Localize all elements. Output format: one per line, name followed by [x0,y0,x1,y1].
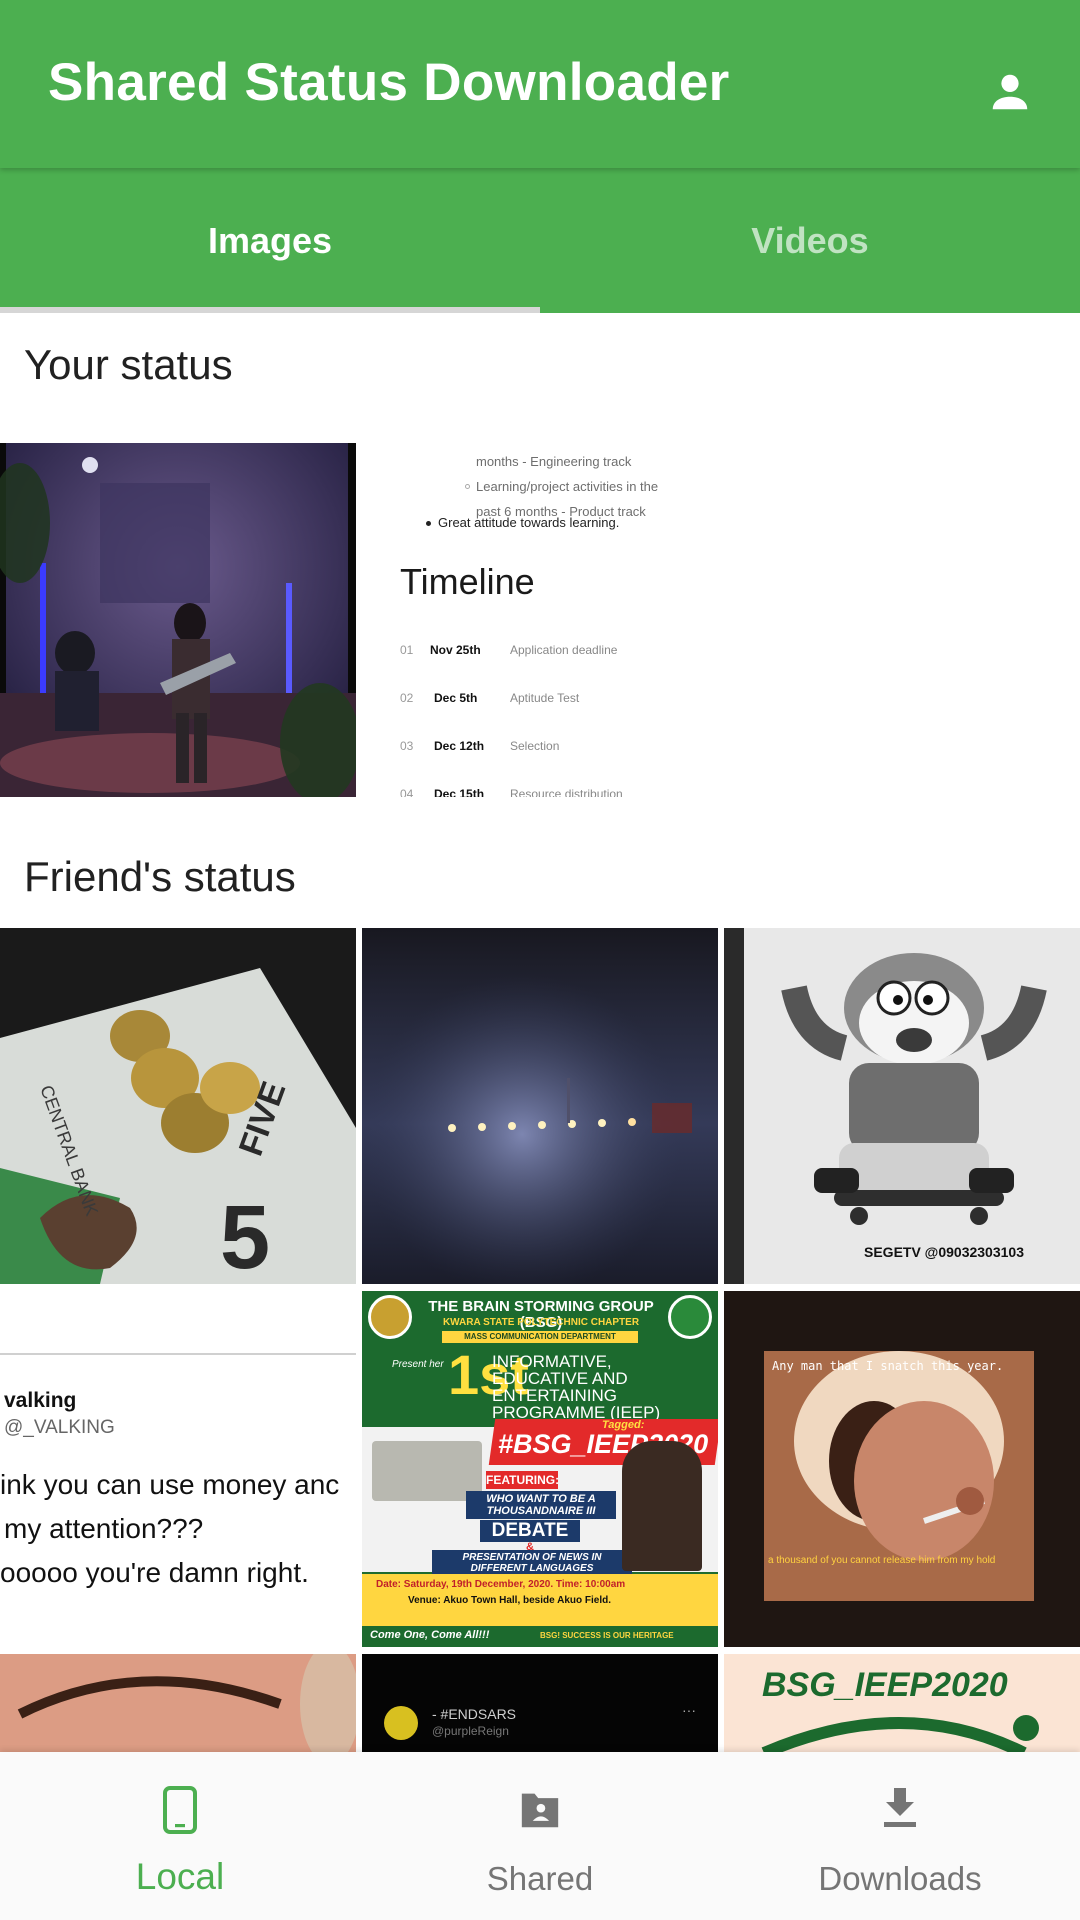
download-icon [720,1786,1080,1830]
friend-image-endsars[interactable]: - #ENDSARS @purpleReign ··· [362,1654,718,1753]
friend-image-movie[interactable]: Any man that I snatch this year. a thous… [724,1291,1080,1647]
section-title-friends-status: Friend's status [24,853,296,900]
friend-image-eye[interactable] [0,1654,356,1753]
timeline-bullet-2: Learning/project activities in the [465,474,658,499]
section-title-your-status: Your status [24,341,233,388]
nav-shared[interactable]: Shared [360,1752,720,1920]
friend-image-tweet[interactable]: valking @_VALKING ink you can use money … [0,1291,356,1647]
nav-downloads[interactable]: Downloads [720,1752,1080,1920]
poster-featuring: FEATURING: [486,1471,560,1489]
tab-bar: Images Videos [0,168,1080,313]
timeline-bullet-1: months - Engineering track [476,454,632,469]
your-status-image-concert[interactable] [0,443,356,797]
svg-text:5: 5 [220,1188,270,1284]
movie-caption-top: Any man that I snatch this year. [772,1359,1004,1373]
poster-graduate-image [622,1441,702,1571]
bullet-icon [426,521,431,527]
account-button[interactable] [970,52,1050,132]
nav-downloads-label: Downloads [818,1860,982,1897]
timeline-heading: Timeline [400,561,535,602]
friend-image-money[interactable]: FIVE 5 CENTRAL BANK [0,928,356,1284]
nav-shared-label: Shared [486,1860,594,1897]
tab-videos[interactable]: Videos [540,168,1080,313]
tweet-name: valking [4,1389,77,1412]
bottom-navigation: Local Shared Downloads [0,1752,1080,1920]
tweet-text: ink you can use money anc my attention??… [0,1469,340,1588]
poster-logo-icon [368,1295,412,1339]
poster-footer-right: BSG! SUCCESS IS OUR HERITAGE [540,1631,674,1640]
your-status-image-timeline[interactable]: months - Engineering track Learning/proj… [362,443,718,797]
hollow-bullet-icon [465,484,470,489]
poster-debate: DEBATE [480,1520,580,1542]
status-content[interactable]: Your status months - Engineering track L… [0,313,1080,1753]
movie-caption-bottom: a thousand of you cannot release him fro… [768,1555,996,1566]
tweet-handle: @_VALKING [4,1417,115,1438]
app-root: Shared Status Downloader Images Videos Y… [0,0,1080,1920]
endsars-handle: @purpleReign [432,1724,509,1738]
phone-icon [0,1786,360,1834]
poster-seal-icon [668,1295,712,1339]
tweet-divider [0,1353,356,1355]
friend-image-sketch[interactable]: SEGETV @09032303103 [724,928,1080,1284]
tab-images[interactable]: Images [0,168,540,313]
poster-chapter: KWARA STATE POLYTECHNIC CHAPTER [442,1317,640,1328]
shared-folder-icon [360,1786,720,1830]
more-dots-icon: ··· [682,1702,696,1718]
app-bar: Shared Status Downloader [0,0,1080,168]
poster-news: PRESENTATION OF NEWS IN DIFFERENT LANGUA… [432,1550,632,1576]
sketch-watermark: SEGETV @09032303103 [864,1244,1024,1260]
account-icon [992,74,1028,110]
poster-feature1: WHO WANT TO BE A THOUSANDNAIRE III [466,1491,616,1519]
endsars-title: - #ENDSARS [432,1706,517,1722]
endsars-avatar [384,1706,418,1740]
poster-dept: MASS COMMUNICATION DEPARTMENT [442,1331,638,1343]
friend-image-bsg-banner[interactable]: BSG_IEEP2020 [724,1654,1080,1753]
nav-local-label: Local [135,1856,225,1897]
poster-present: Present her [392,1359,444,1370]
nav-local[interactable]: Local [0,1752,360,1920]
timeline-bullets-top: months - Engineering track Learning/proj… [465,449,658,524]
friend-image-poster[interactable]: THE BRAIN STORMING GROUP (BSG) KWARA STA… [362,1291,718,1647]
friend-image-night[interactable] [362,928,718,1284]
app-title: Shared Status Downloader [48,53,730,112]
poster-date: Date: Saturday, 19th December, 2020. Tim… [376,1579,626,1590]
tab-indicator [0,307,540,313]
poster-footer-left: Come One, Come All!!! [370,1629,490,1641]
timeline-bullet-main: Great attitude towards learning. [426,515,619,530]
poster-venue: Venue: Akuo Town Hall, beside Akuo Field… [408,1595,611,1606]
poster-program: INFORMATIVE, EDUCATIVE AND ENTERTAINING … [492,1352,661,1422]
